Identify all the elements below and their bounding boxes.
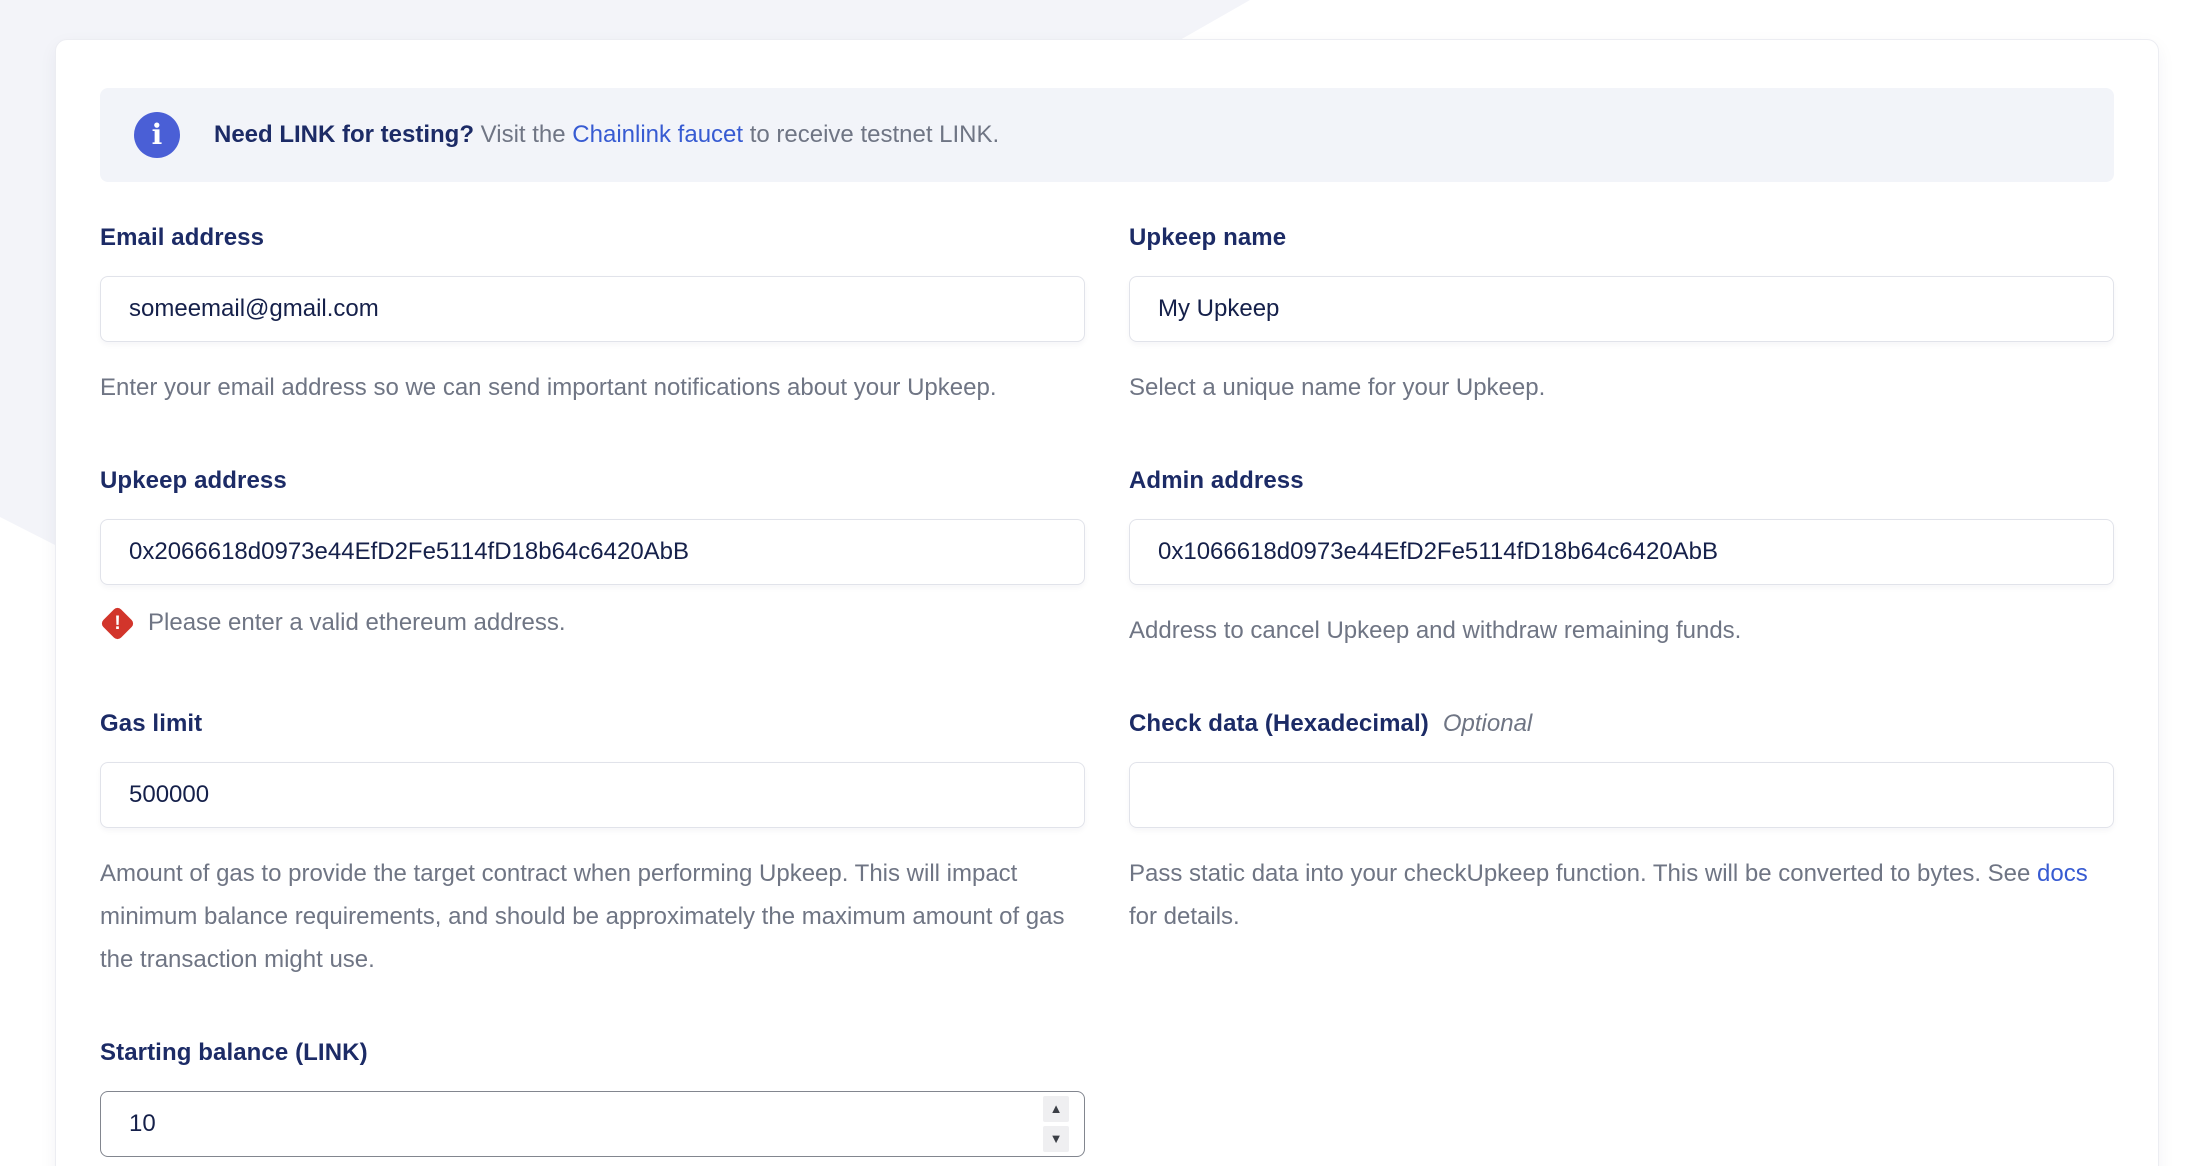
check-data-optional-tag: Optional [1442, 710, 1533, 737]
banner-bold-text: Need LINK for testing? [214, 121, 475, 148]
banner-text-before-link: Visit the [474, 121, 573, 148]
check-data-helper-text: Pass static data into your checkUpkeep f… [1129, 852, 2114, 938]
field-admin-address: Admin address Address to cancel Upkeep a… [1129, 467, 2114, 652]
admin-address-helper-text: Address to cancel Upkeep and withdraw re… [1129, 617, 1742, 644]
info-icon: i [134, 112, 180, 158]
empty-grid-cell [1129, 1039, 2114, 1159]
gas-limit-input[interactable] [100, 762, 1085, 828]
upkeep-address-error-text: Please enter a valid ethereum address. [148, 609, 566, 636]
info-banner: i Need LINK for testing? Visit the Chain… [100, 88, 2114, 182]
admin-address-label: Admin address [1129, 467, 1304, 494]
field-upkeep-name: Upkeep name Select a unique name for you… [1129, 224, 2114, 409]
alert-diamond-icon: ! [99, 605, 136, 641]
check-data-helper-after-link: for details. [1129, 903, 1240, 930]
upkeep-address-label: Upkeep address [100, 467, 287, 494]
email-helper-text: Enter your email address so we can send … [100, 374, 997, 401]
field-gas-limit: Gas limit Amount of gas to provide the t… [100, 710, 1085, 981]
field-upkeep-address: Upkeep address ! Please enter a valid et… [99, 467, 1085, 652]
spinner-down-button[interactable]: ▼ [1043, 1126, 1069, 1152]
spinner-up-button[interactable]: ▲ [1043, 1096, 1069, 1122]
starting-balance-input[interactable] [100, 1091, 1085, 1157]
field-check-data: Check data (Hexadecimal) Optional Pass s… [1129, 710, 2114, 981]
docs-link[interactable]: docs [2037, 860, 2088, 887]
starting-balance-label: Starting balance (LINK) [100, 1039, 368, 1066]
check-data-input[interactable] [1129, 762, 2114, 828]
upkeep-registration-card: i Need LINK for testing? Visit the Chain… [55, 39, 2159, 1166]
gas-limit-label: Gas limit [100, 710, 203, 737]
upkeep-form: Email address Enter your email address s… [99, 224, 2114, 1159]
field-starting-balance: Starting balance (LINK) ▲ ▼ [100, 1039, 1085, 1159]
field-email: Email address Enter your email address s… [100, 224, 1085, 409]
check-data-label: Check data (Hexadecimal) [1129, 710, 1429, 737]
upkeep-address-error: ! Please enter a valid ethereum address. [99, 605, 1085, 641]
number-spinner: ▲ ▼ [1043, 1096, 1069, 1152]
banner-text-after-link: to receive testnet LINK. [743, 121, 1000, 148]
check-data-helper-before-link: Pass static data into your checkUpkeep f… [1129, 860, 2038, 887]
gas-limit-helper-text: Amount of gas to provide the target cont… [100, 860, 1065, 973]
upkeep-address-input[interactable] [100, 519, 1085, 585]
chainlink-faucet-link[interactable]: Chainlink faucet [572, 121, 743, 148]
starting-balance-number-field: ▲ ▼ [100, 1091, 1085, 1157]
upkeep-name-helper-text: Select a unique name for your Upkeep. [1129, 374, 1546, 401]
email-input[interactable] [100, 276, 1085, 342]
email-label: Email address [100, 224, 265, 251]
upkeep-name-label: Upkeep name [1129, 224, 1287, 251]
upkeep-name-input[interactable] [1129, 276, 2114, 342]
banner-text: Need LINK for testing? Visit the Chainli… [214, 121, 999, 149]
admin-address-input[interactable] [1129, 519, 2114, 585]
